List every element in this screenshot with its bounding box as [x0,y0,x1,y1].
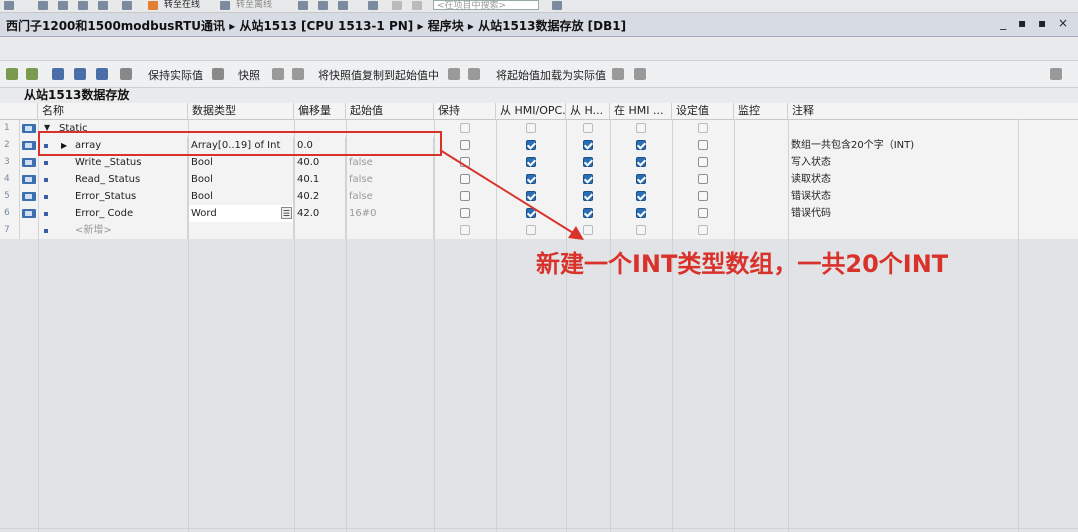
annotation-text: 新建一个INT类型数组，一共20个INT [536,250,949,278]
